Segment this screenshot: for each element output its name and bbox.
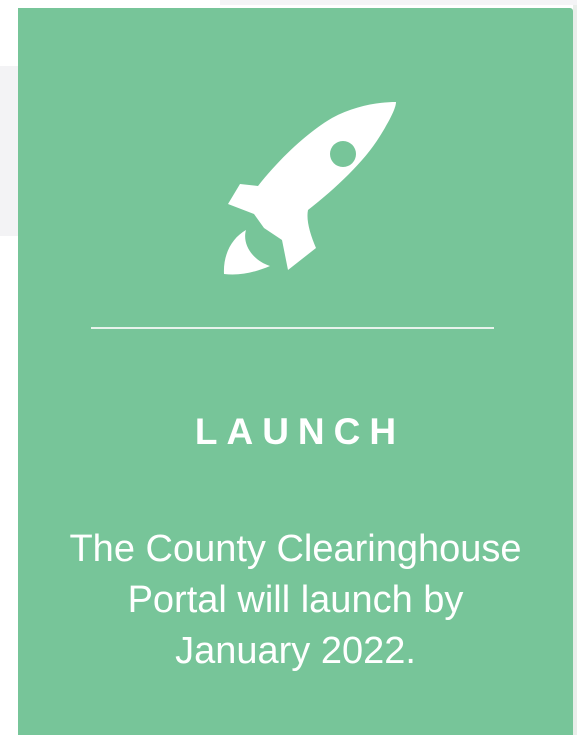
- card-edge: [573, 5, 577, 735]
- launch-card: LAUNCH The County Clearinghouse Portal w…: [18, 8, 573, 735]
- divider-line: [91, 327, 494, 329]
- page: LAUNCH The County Clearinghouse Portal w…: [0, 0, 577, 735]
- background-strip-left: [0, 66, 18, 236]
- card-title: LAUNCH: [194, 411, 406, 452]
- rocket-icon: [223, 102, 396, 275]
- background-strip-top: [220, 0, 577, 5]
- card-description: The County Clearinghouse Portal will lau…: [69, 528, 522, 672]
